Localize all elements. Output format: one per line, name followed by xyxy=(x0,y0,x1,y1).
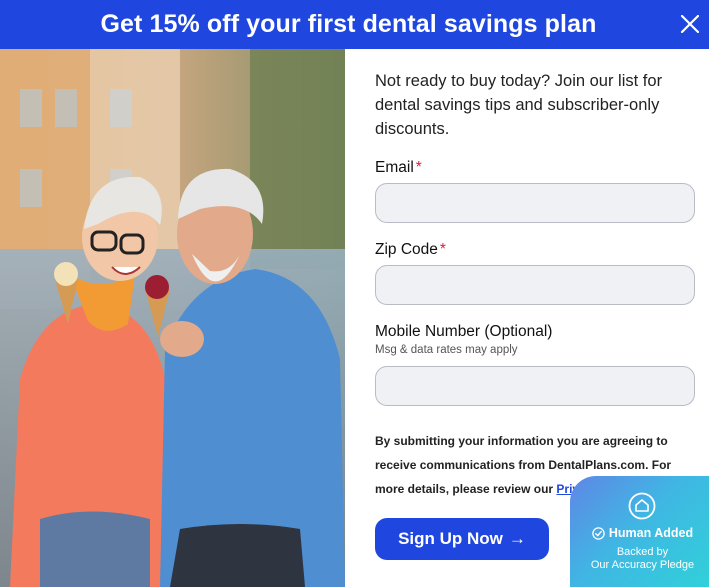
promo-header: Get 15% off your first dental savings pl… xyxy=(0,0,709,49)
badge-subtitle: Backed by Our Accuracy Pledge xyxy=(590,546,695,571)
mobile-number-field[interactable] xyxy=(375,366,695,406)
close-icon xyxy=(681,15,699,33)
email-label: Email * xyxy=(375,159,422,176)
accuracy-pledge-badge[interactable]: Human Added Backed by Our Accuracy Pledg… xyxy=(570,476,709,587)
required-asterisk: * xyxy=(415,159,422,176)
required-asterisk: * xyxy=(439,241,446,258)
intro-text: Not ready to buy today? Join our list fo… xyxy=(375,72,663,138)
hero-photo xyxy=(0,49,345,587)
close-button[interactable] xyxy=(677,11,703,37)
zip-code-field[interactable] xyxy=(375,265,695,305)
mobile-hint: Msg & data rates may apply xyxy=(375,344,518,356)
badge-title: Human Added xyxy=(570,526,709,540)
email-field[interactable] xyxy=(375,183,695,223)
arrow-right-icon: → xyxy=(508,529,526,548)
zip-code-label: Zip Code * xyxy=(375,241,446,258)
sign-up-label: Sign Up Now xyxy=(398,529,503,548)
house-logo-icon xyxy=(628,492,656,520)
header-title: Get 15% off your first dental savings pl… xyxy=(100,10,597,38)
check-circle-icon xyxy=(592,526,605,540)
mobile-number-label: Mobile Number (Optional) xyxy=(375,323,553,340)
sign-up-button[interactable]: Sign Up Now → xyxy=(375,518,549,560)
